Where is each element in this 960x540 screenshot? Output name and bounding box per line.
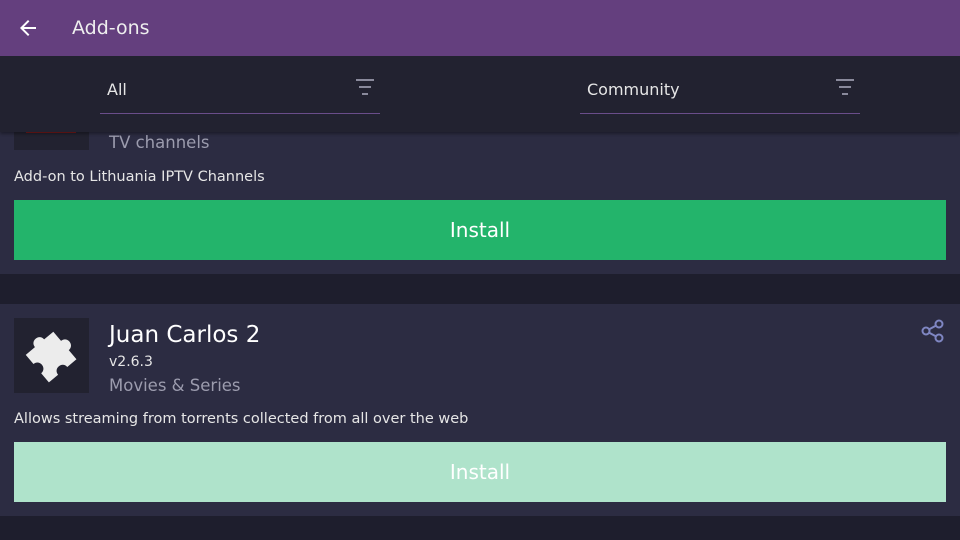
- addon-category: TV channels: [109, 133, 210, 152]
- addons-screen: Add-ons All Community TV channels Add-on…: [0, 0, 960, 540]
- app-bar: Add-ons: [0, 0, 960, 56]
- addon-card: Juan Carlos 2 v2.6.3 Movies & Series All…: [0, 304, 960, 516]
- source-filter-label: Community: [587, 80, 680, 99]
- filter-lines-icon: [836, 79, 854, 95]
- page-title: Add-ons: [72, 17, 150, 39]
- filter-bar: All Community: [0, 56, 960, 132]
- addon-thumbnail: [14, 318, 89, 393]
- type-filter-label: All: [107, 80, 127, 99]
- addon-description: Allows streaming from torrents collected…: [14, 411, 469, 427]
- addon-description: Add-on to Lithuania IPTV Channels: [14, 169, 265, 185]
- type-filter-dropdown[interactable]: All: [100, 56, 380, 114]
- install-button[interactable]: Install: [14, 200, 946, 260]
- addon-version: v2.6.3: [109, 354, 153, 370]
- addon-category: Movies & Series: [109, 376, 241, 395]
- arrow-left-icon[interactable]: [16, 16, 40, 40]
- share-icon[interactable]: [920, 318, 946, 344]
- filter-lines-icon: [356, 79, 374, 95]
- install-button[interactable]: Install: [14, 442, 946, 502]
- source-filter-dropdown[interactable]: Community: [580, 56, 860, 114]
- addon-name: Juan Carlos 2: [109, 322, 261, 348]
- puzzle-piece-icon: [25, 331, 77, 383]
